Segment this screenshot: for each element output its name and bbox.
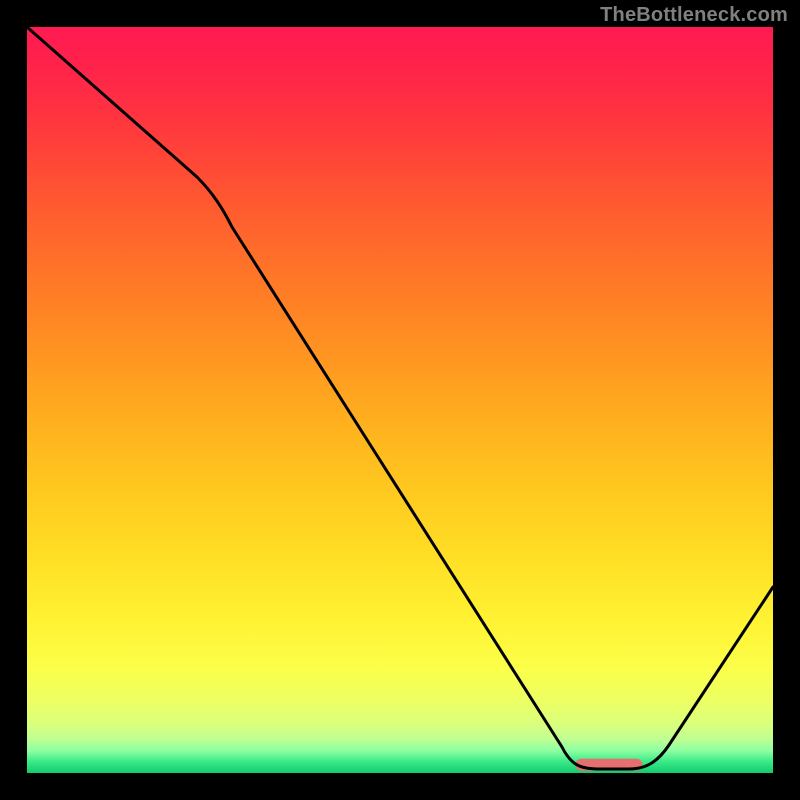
chart-svg <box>27 27 773 773</box>
chart-plot-area <box>27 27 773 773</box>
gradient-background <box>27 27 773 773</box>
attribution-label: TheBottleneck.com <box>600 4 788 27</box>
